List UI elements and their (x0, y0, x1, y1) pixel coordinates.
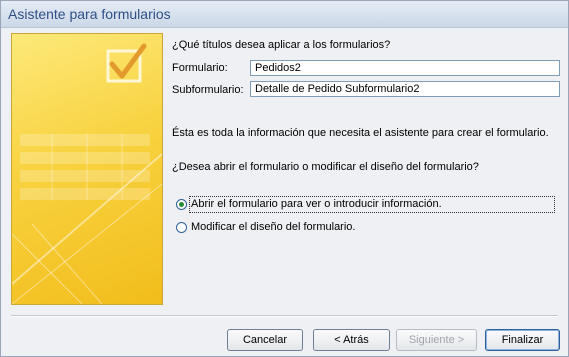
info-text: Ésta es toda la información que necesita… (172, 127, 549, 139)
subform-name-input[interactable]: Detalle de Pedido Subformulario2 (250, 81, 560, 97)
wizard-illustration (11, 33, 163, 305)
radio-modify-design-label: Modificar el diseño del formulario. (191, 221, 356, 233)
radio-button-selected[interactable] (176, 199, 187, 210)
finish-button[interactable]: Finalizar (485, 329, 560, 351)
titles-question: ¿Qué títulos desea aplicar a los formula… (172, 39, 391, 51)
wizard-window: Asistente para formularios ¿Qué títulos … (0, 0, 569, 357)
radio-button[interactable] (176, 222, 187, 233)
title-bar: Asistente para formularios (1, 1, 568, 28)
back-button[interactable]: < Atrás (313, 329, 390, 351)
form-name-label: Formulario: (172, 62, 228, 74)
radio-open-form[interactable]: Abrir el formulario para ver o introduci… (176, 197, 556, 215)
checkbox-art-icon (12, 43, 162, 304)
subform-name-label: Subformulario: (172, 84, 244, 96)
radio-modify-design[interactable]: Modificar el diseño del formulario. (176, 220, 556, 238)
open-question: ¿Desea abrir el formulario o modificar e… (172, 161, 479, 173)
radio-open-form-label: Abrir el formulario para ver o introduci… (191, 198, 442, 210)
cancel-button[interactable]: Cancelar (227, 329, 303, 351)
form-name-input[interactable]: Pedidos2 (250, 60, 560, 76)
next-button[interactable]: Siguiente > (396, 329, 477, 351)
window-title: Asistente para formularios (8, 6, 171, 22)
separator (11, 315, 558, 317)
